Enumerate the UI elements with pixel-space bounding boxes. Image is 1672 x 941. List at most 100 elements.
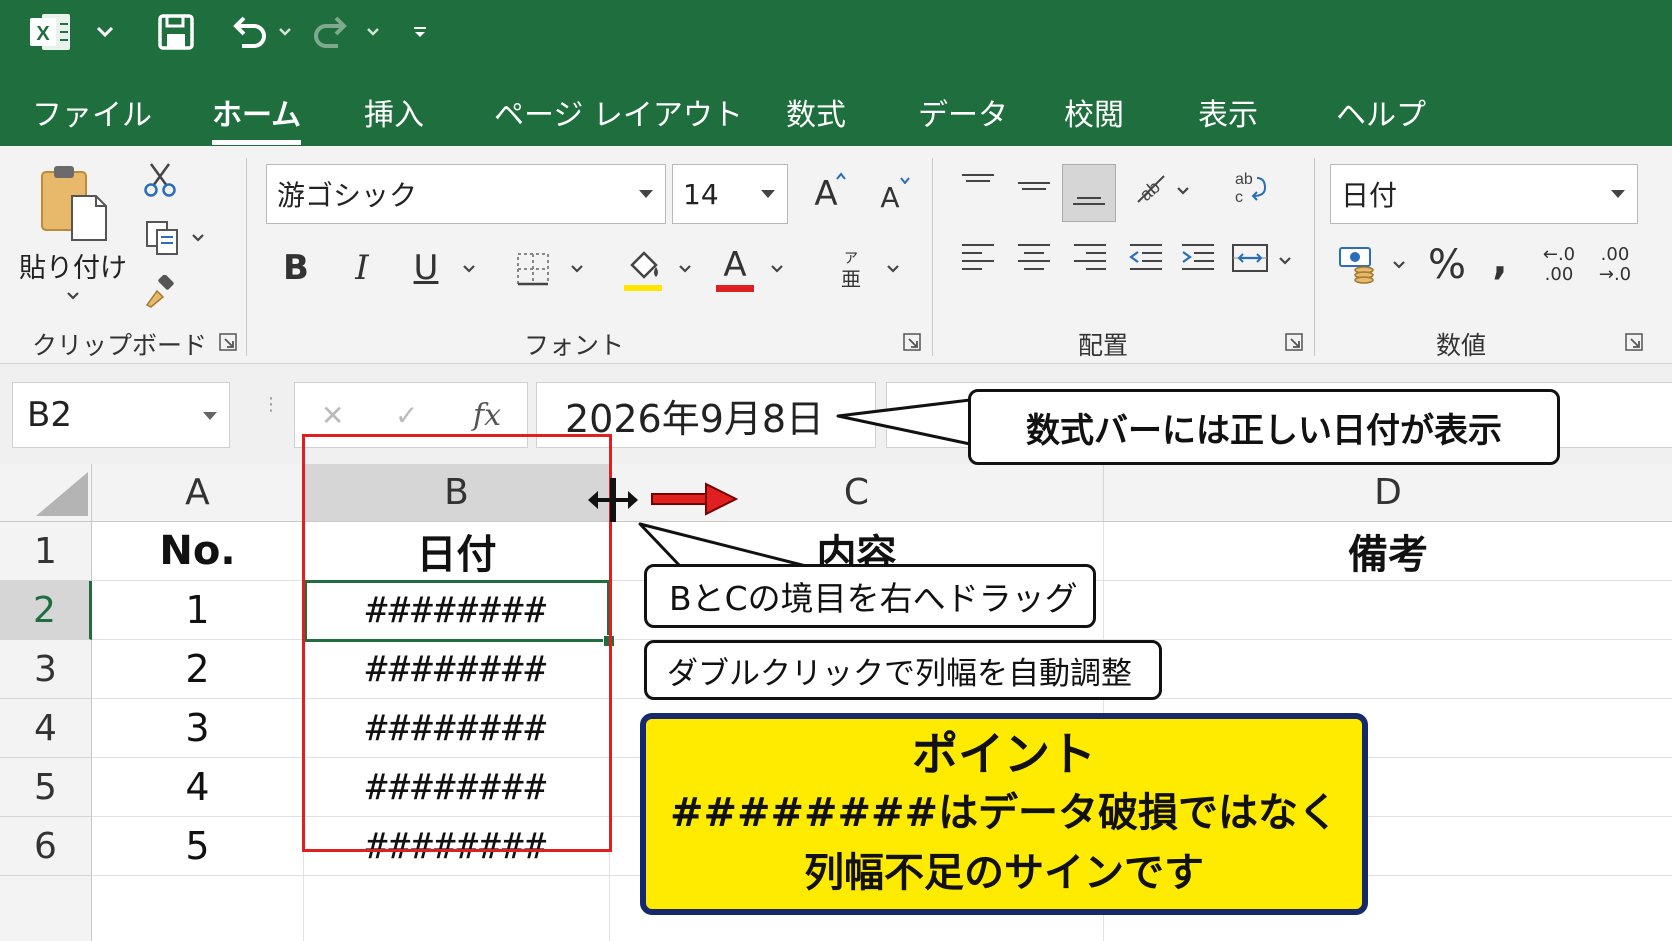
- increase-decimal-bottom: .00: [1544, 264, 1574, 285]
- merge-center-button[interactable]: [1228, 236, 1272, 280]
- column-header-d[interactable]: D: [1104, 464, 1672, 522]
- orientation-dropdown-icon[interactable]: [1176, 186, 1190, 196]
- cell-a3[interactable]: 2: [92, 640, 304, 699]
- align-left-icon: [962, 244, 994, 270]
- clipboard-dialog-launcher-icon[interactable]: [218, 332, 238, 352]
- app-menu-chevron-icon[interactable]: [92, 10, 118, 54]
- phonetic-dropdown-icon[interactable]: [886, 264, 900, 274]
- customize-quick-access-icon[interactable]: [408, 10, 432, 54]
- cell-a4[interactable]: 3: [92, 699, 304, 758]
- fill-color-button[interactable]: [620, 242, 666, 296]
- tab-formulas[interactable]: 数式: [786, 90, 846, 134]
- merge-dropdown-icon[interactable]: [1278, 256, 1292, 266]
- redo-dropdown-icon[interactable]: [364, 10, 382, 54]
- font-color-letter: A: [723, 244, 747, 285]
- save-icon[interactable]: [154, 10, 198, 54]
- clipboard-group-label: クリップボード: [32, 331, 208, 360]
- font-size-dropdown-icon: [761, 190, 775, 198]
- tab-data[interactable]: データ: [918, 90, 1008, 134]
- number-dialog-launcher-icon[interactable]: [1624, 332, 1644, 352]
- font-size-combo[interactable]: 14: [672, 164, 788, 224]
- align-left-button[interactable]: [956, 236, 1000, 280]
- column-resize-cursor-icon[interactable]: [586, 476, 640, 524]
- orientation-button[interactable]: ab: [1128, 166, 1172, 210]
- undo-icon[interactable]: [226, 10, 270, 54]
- copy-button[interactable]: [140, 218, 210, 258]
- align-bottom-button[interactable]: [1062, 164, 1116, 222]
- increase-indent-button[interactable]: [1176, 236, 1220, 280]
- select-all-corner[interactable]: [0, 464, 92, 522]
- font-color-dropdown-icon[interactable]: [770, 264, 784, 274]
- percent-style-button[interactable]: %: [1424, 240, 1470, 290]
- accounting-format-button[interactable]: [1336, 238, 1382, 288]
- phonetic-guide-button[interactable]: ア 亜: [834, 242, 868, 296]
- row-header-1[interactable]: 1: [0, 522, 92, 581]
- undo-dropdown-icon[interactable]: [276, 10, 294, 54]
- align-right-button[interactable]: [1068, 236, 1112, 280]
- increase-decimal-button[interactable]: ←.0 .00: [1536, 240, 1582, 290]
- tab-help[interactable]: ヘルプ: [1336, 90, 1426, 134]
- grow-font-button[interactable]: A: [804, 166, 848, 222]
- insert-function-icon[interactable]: fx: [473, 398, 501, 433]
- point-line-1: ########はデータ破損ではなく: [669, 790, 1339, 836]
- tab-home[interactable]: ホーム: [212, 90, 302, 145]
- cell-a1[interactable]: No.: [92, 522, 304, 581]
- row-header-5[interactable]: 5: [0, 758, 92, 817]
- alignment-dialog-launcher-icon[interactable]: [1284, 332, 1304, 352]
- phonetic-bottom-label: 亜: [841, 267, 861, 291]
- cell-b7[interactable]: [304, 876, 610, 941]
- borders-button[interactable]: [512, 246, 554, 292]
- cut-button[interactable]: [140, 160, 180, 200]
- row-header-6[interactable]: 6: [0, 817, 92, 876]
- bold-button[interactable]: B: [276, 242, 316, 294]
- paste-button[interactable]: 貼り付け: [18, 156, 128, 306]
- number-format-value: 日付: [1341, 179, 1398, 212]
- underline-button[interactable]: U: [406, 242, 446, 294]
- decrease-indent-button[interactable]: [1124, 236, 1168, 280]
- align-middle-button[interactable]: [1012, 166, 1056, 206]
- comma-style-button[interactable]: ,: [1482, 236, 1518, 286]
- decrease-decimal-bottom: →.0: [1598, 264, 1632, 285]
- cell-a6[interactable]: 5: [92, 817, 304, 876]
- cell-d3[interactable]: [1104, 640, 1672, 699]
- cell-a2[interactable]: 1: [92, 581, 304, 640]
- tab-review[interactable]: 校閲: [1064, 90, 1124, 134]
- paste-dropdown-icon: [67, 291, 79, 300]
- tab-view[interactable]: 表示: [1198, 90, 1258, 134]
- column-header-a[interactable]: A: [92, 464, 304, 522]
- row-header-2[interactable]: 2: [0, 581, 92, 640]
- cancel-icon[interactable]: ✕: [321, 399, 344, 432]
- row-header-7[interactable]: [0, 876, 92, 941]
- tab-page-layout[interactable]: ページ レイアウト: [494, 90, 743, 134]
- formula-bar-note: 数式バーには正しい日付が表示: [968, 389, 1560, 465]
- cell-a5[interactable]: 4: [92, 758, 304, 817]
- cell-d1[interactable]: 備考: [1104, 522, 1672, 581]
- font-color-button[interactable]: A: [712, 242, 758, 296]
- cell-d2[interactable]: [1104, 581, 1672, 640]
- shrink-font-button[interactable]: A: [870, 170, 910, 224]
- italic-button[interactable]: I: [342, 242, 382, 294]
- number-format-combo[interactable]: 日付: [1330, 164, 1638, 224]
- align-top-button[interactable]: [956, 166, 1000, 206]
- name-box[interactable]: B2: [12, 382, 230, 448]
- align-center-button[interactable]: [1012, 236, 1056, 280]
- fill-color-dropdown-icon[interactable]: [678, 264, 692, 274]
- underline-dropdown-icon[interactable]: [462, 264, 476, 274]
- font-dialog-launcher-icon[interactable]: [902, 332, 922, 352]
- format-painter-button[interactable]: [140, 272, 180, 312]
- decrease-decimal-button[interactable]: .00 →.0: [1592, 240, 1638, 290]
- cell-a7[interactable]: [92, 876, 304, 941]
- accounting-dropdown-icon[interactable]: [1392, 260, 1406, 270]
- row-header-4[interactable]: 4: [0, 699, 92, 758]
- borders-dropdown-icon[interactable]: [570, 264, 584, 274]
- tab-insert[interactable]: 挿入: [364, 90, 424, 134]
- enter-icon[interactable]: ✓: [395, 399, 418, 432]
- copy-icon: [146, 221, 178, 255]
- formula-bar-splitter-icon[interactable]: ⋮: [262, 396, 280, 430]
- format-painter-icon: [145, 275, 174, 308]
- font-name-combo[interactable]: 游ゴシック: [266, 164, 666, 224]
- tab-file[interactable]: ファイル: [32, 90, 152, 134]
- redo-icon[interactable]: [310, 10, 354, 54]
- row-header-3[interactable]: 3: [0, 640, 92, 699]
- wrap-text-button[interactable]: ab c: [1228, 166, 1272, 210]
